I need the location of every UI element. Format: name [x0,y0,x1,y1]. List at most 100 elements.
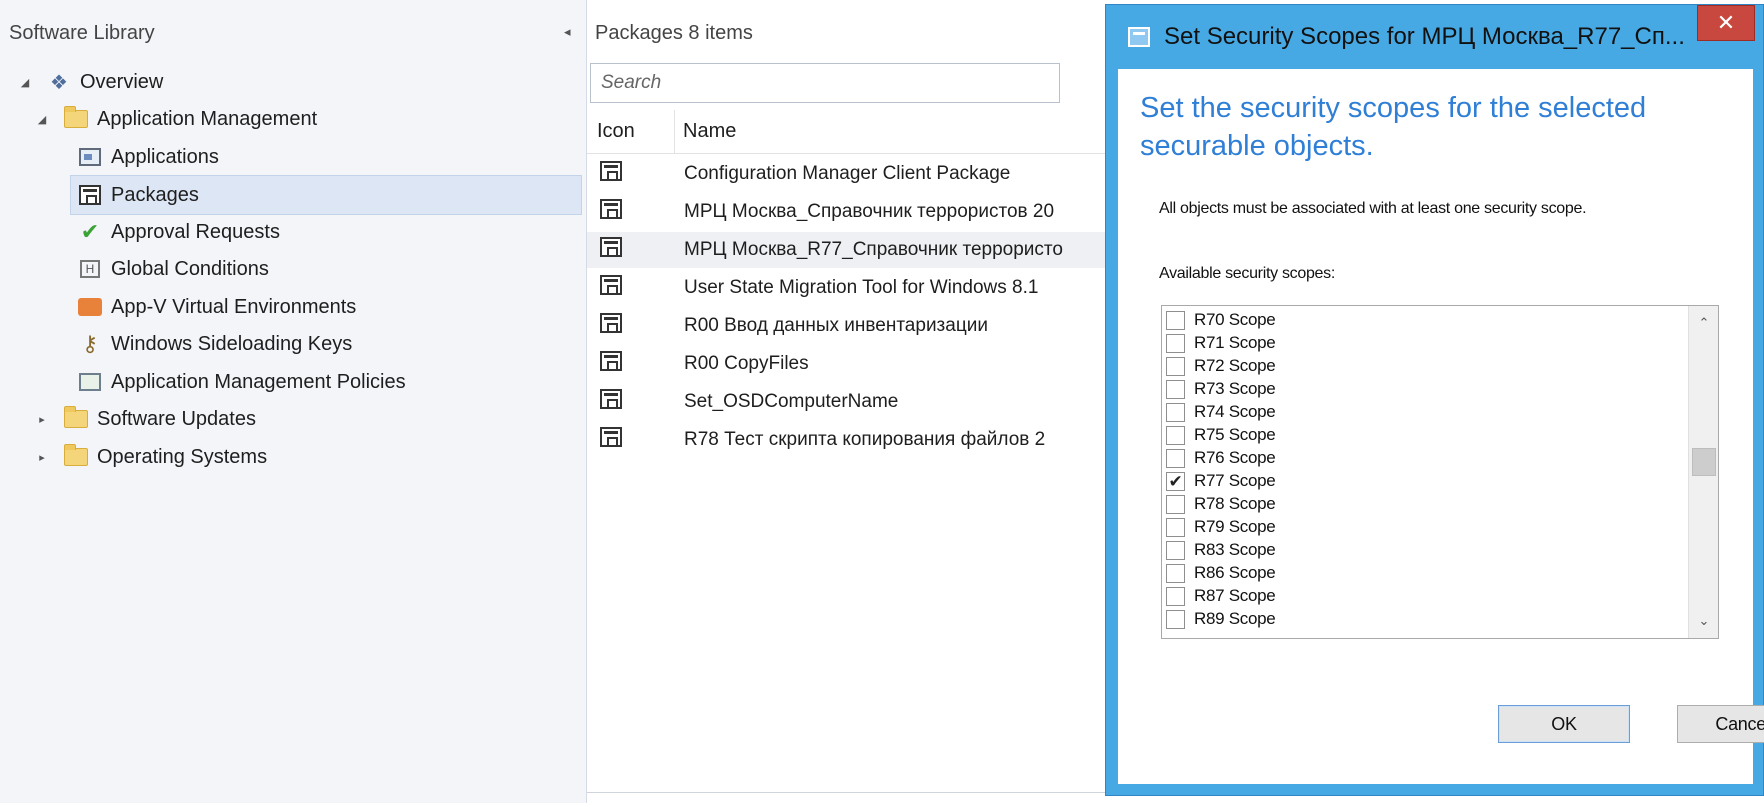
scope-checkbox[interactable] [1166,586,1185,606]
tree-item-overview[interactable]: ◢ ❖ Overview [18,62,164,102]
ok-button[interactable]: OK [1498,705,1630,743]
chevron-up-icon: ⌃ [1698,315,1710,330]
tree-item-label: Windows Sideloading Keys [111,332,353,355]
scope-checkbox[interactable] [1166,310,1185,330]
scope-checkbox[interactable] [1166,425,1185,445]
scope-label: R89 Scope [1194,609,1276,628]
package-name: МРЦ Москва_R77_Справочник террористо [684,239,1063,260]
scroll-up-button[interactable]: ⌃ [1689,308,1718,338]
package-icon [587,199,675,225]
security-scopes-list[interactable]: R70 Scope R71 Scope R72 Scope R73 Scope … [1161,305,1719,639]
dialog-note: All objects must be associated with at l… [1159,200,1587,217]
package-icon [77,184,103,206]
scope-label: R79 Scope [1194,517,1276,536]
scopes-list-label: Available security scopes: [1159,265,1335,282]
expander-icon[interactable]: ◢ [18,76,32,89]
dialog-body: Set the security scopes for the selected… [1118,69,1764,784]
column-header-row: Icon Name [587,110,1107,154]
tree-item-app-management-policies[interactable]: Application Management Policies [77,362,406,402]
table-row[interactable]: МРЦ Москва_Справочник террористов 20 [587,194,1107,230]
tree-item-label: App-V Virtual Environments [111,295,357,318]
collapse-nav-button[interactable]: ◂ [564,24,571,40]
scope-checkbox[interactable] [1166,448,1185,468]
scope-label: R87 Scope [1194,586,1276,605]
tree-item-label: Software Updates [97,407,256,430]
tree-item-global-conditions[interactable]: H Global Conditions [77,249,269,289]
scope-label: R75 Scope [1194,425,1276,444]
scope-list-scrollbar[interactable]: ⌃ ⌄ [1688,306,1718,638]
dialog-titlebar[interactable]: Set Security Scopes for МРЦ Москва_R77_С… [1106,5,1763,69]
overview-icon: ❖ [50,71,68,94]
scope-checkbox[interactable] [1166,563,1185,583]
scope-label: R72 Scope [1194,356,1276,375]
scope-label: R78 Scope [1194,494,1276,513]
global-conditions-icon: H [77,258,103,280]
dialog-heading: Set the security scopes for the selected… [1140,92,1647,162]
column-header-icon[interactable]: Icon [587,110,675,153]
table-row[interactable]: Set_OSDComputerName [587,384,1107,420]
scope-checkbox[interactable] [1166,517,1185,537]
tree-item-label: Application Management [97,107,318,130]
package-icon [587,161,675,187]
scope-checkbox[interactable] [1166,333,1185,353]
scope-checkbox[interactable] [1166,494,1185,514]
table-row[interactable]: R78 Тест скрипта копирования файлов 2 [587,422,1107,458]
scope-label: R71 Scope [1194,333,1276,352]
package-name: R00 CopyFiles [684,353,809,374]
folder-icon [63,106,89,130]
folder-icon [63,444,89,468]
table-row[interactable]: R00 CopyFiles [587,346,1107,382]
package-name: R78 Тест скрипта копирования файлов 2 [684,429,1046,450]
scroll-down-button[interactable]: ⌄ [1689,606,1718,636]
close-button[interactable]: ✕ [1697,5,1755,41]
policy-icon [77,371,103,393]
tree-item-packages[interactable]: Packages [70,175,582,215]
table-row[interactable]: User State Migration Tool for Windows 8.… [587,270,1107,306]
table-row[interactable]: R00 Ввод данных инвентаризации [587,308,1107,344]
package-icon [587,313,675,339]
tree-item-label: Approval Requests [111,220,280,243]
package-icon [587,237,675,263]
scope-checkbox[interactable] [1166,402,1185,422]
expander-icon[interactable]: ▸ [35,413,49,426]
packages-pane: Packages 8 items Search Icon Name Config… [587,0,1107,803]
expander-icon[interactable]: ▸ [35,451,49,464]
tree-item-label: Global Conditions [111,257,269,280]
tree-item-applications[interactable]: Applications [77,137,219,177]
nav-header: Software Library [9,22,155,44]
security-scopes-dialog: Set Security Scopes for МРЦ Москва_R77_С… [1105,4,1764,796]
expander-icon[interactable]: ◢ [35,113,49,126]
scrollbar-thumb[interactable] [1692,448,1716,476]
scope-label: R73 Scope [1194,379,1276,398]
scope-checkbox[interactable] [1166,379,1185,399]
scope-checkbox[interactable] [1166,356,1185,376]
tree-item-software-updates[interactable]: ▸ Software Updates [35,399,256,439]
cancel-button[interactable]: Cancel [1677,705,1764,743]
scope-checkbox[interactable] [1166,540,1185,560]
tree-item-label: Packages [111,183,199,206]
pane-title: Packages 8 items [595,22,753,44]
scope-label: R76 Scope [1194,448,1276,467]
folder-icon [63,406,89,430]
scope-item[interactable]: R89 Scope [1166,606,1276,632]
scope-checkbox[interactable] [1166,609,1185,629]
column-header-name[interactable]: Name [675,120,736,143]
pane-divider [587,792,1107,793]
tree-item-label: Application Management Policies [111,370,406,393]
scope-checkbox-checked[interactable]: ✔ [1166,471,1185,491]
search-input[interactable]: Search [590,63,1060,103]
tree-item-application-management[interactable]: ◢ Application Management [35,99,317,139]
navigation-pane: Software Library ◂ ◢ ❖ Overview ◢ Applic… [0,0,587,803]
table-row[interactable]: Configuration Manager Client Package [587,156,1107,192]
tree-item-appv-environments[interactable]: App-V Virtual Environments [77,287,356,327]
dialog-app-icon [1128,27,1150,47]
tree-item-operating-systems[interactable]: ▸ Operating Systems [35,437,267,477]
table-row-selected[interactable]: МРЦ Москва_R77_Справочник террористо [587,232,1107,268]
tree-item-label: Applications [111,145,219,168]
tree-item-sideloading-keys[interactable]: ⚷ Windows Sideloading Keys [77,324,352,364]
dialog-title: Set Security Scopes for МРЦ Москва_R77_С… [1164,23,1685,50]
tree-item-label: Operating Systems [97,445,268,468]
tree-item-approval-requests[interactable]: ✔ Approval Requests [77,212,280,252]
package-icon [587,275,675,301]
package-name: User State Migration Tool for Windows 8.… [684,277,1039,298]
